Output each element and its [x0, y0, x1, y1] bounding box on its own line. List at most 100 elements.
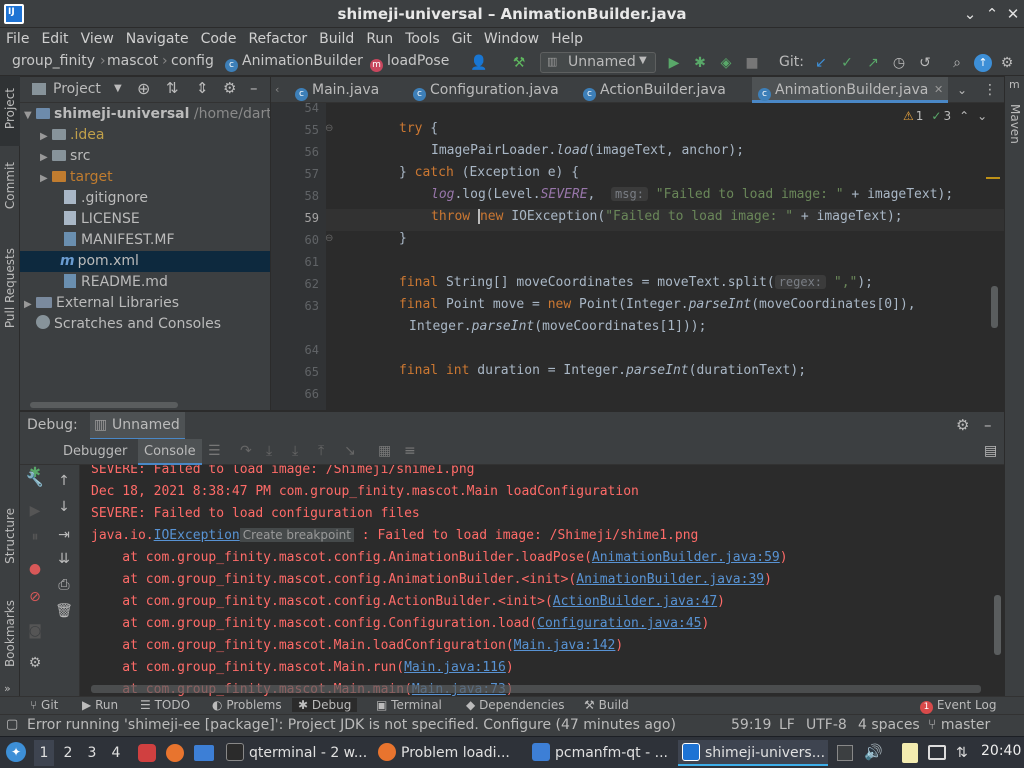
toolwindow-debug[interactable]: ✱ Debug	[292, 698, 358, 712]
trace-icon[interactable]: ≡	[404, 443, 416, 459]
start-menu-icon[interactable]: ✦	[6, 742, 26, 762]
coverage-icon[interactable]: ◈	[717, 54, 735, 72]
code-editor[interactable]: 54 55 56 57 58 59 60 61 62 63 64 65 66 ⊖…	[271, 103, 1004, 410]
stripe-bookmarks[interactable]: Bookmarks	[3, 600, 17, 667]
debug-session-tab[interactable]: ▥ Unnamed	[90, 412, 185, 440]
tree-item-scratches[interactable]: Scratches and Consoles	[24, 314, 221, 335]
menu-help[interactable]: Help	[545, 28, 589, 50]
tree-item-manifest[interactable]: MANIFEST.MF	[64, 230, 175, 251]
taskbar-firefox[interactable]: Problem loadi...	[374, 740, 522, 766]
tree-root[interactable]: ▼ shimeji-universal /home/dartz	[24, 104, 270, 125]
menu-build[interactable]: Build	[313, 28, 360, 50]
force-step-into-icon[interactable]: ⤓	[292, 443, 298, 459]
chevron-down-icon[interactable]: ▼	[114, 83, 122, 94]
menu-view[interactable]: View	[75, 28, 120, 50]
tab-actionbuilder-java[interactable]: c ActionBuilder.java	[577, 77, 749, 103]
menu-window[interactable]: Window	[478, 28, 545, 50]
inspection-widget[interactable]: ⚠ 1 ✓ 3 ⌃ ⌄	[903, 109, 987, 123]
view-breakpoints-icon[interactable]: ●	[25, 559, 45, 579]
tree-item-src[interactable]: ▶ src	[40, 146, 90, 167]
launcher-icon[interactable]	[138, 744, 156, 762]
stripe-commit[interactable]: Commit	[3, 162, 17, 209]
tree-item-pom[interactable]: m pom.xml	[20, 251, 270, 272]
firefox-launcher-icon[interactable]	[166, 744, 184, 762]
pause-icon[interactable]: ⏸	[25, 527, 45, 547]
indent-setting[interactable]: 4 spaces	[858, 717, 920, 733]
hide-icon[interactable]: –	[984, 416, 992, 434]
status-message[interactable]: Error running 'shimeji-ee [package]': Pr…	[27, 717, 676, 733]
stacktrace-link[interactable]: Main.java:142	[514, 638, 616, 653]
stacktrace-link[interactable]: AnimationBuilder.java:39	[576, 572, 764, 587]
step-over-icon[interactable]: ↷	[240, 443, 252, 459]
fold-icon[interactable]: ⊖	[325, 233, 333, 244]
status-window-icon[interactable]: ▢	[6, 717, 18, 732]
git-push-icon[interactable]: ↗	[864, 54, 882, 72]
locate-icon[interactable]: ⊕	[137, 79, 150, 98]
layout-icon[interactable]: ▤	[984, 443, 997, 459]
evaluate-icon[interactable]: ▦	[378, 443, 391, 459]
soft-wrap-icon[interactable]: ⇥	[54, 525, 74, 545]
tab-configuration-java[interactable]: c Configuration.java	[407, 77, 565, 103]
run-icon[interactable]: ▶	[665, 54, 683, 72]
gear-icon[interactable]: ⚙	[25, 653, 45, 673]
maximize-icon[interactable]: ⌃	[982, 4, 1002, 24]
tree-item-license[interactable]: LICENSE	[64, 209, 140, 230]
arrow-down-icon[interactable]: ↓	[54, 497, 74, 517]
stripe-structure[interactable]: Structure	[3, 508, 17, 564]
update-ide-icon[interactable]: ↑	[974, 54, 992, 72]
horizontal-scrollbar[interactable]	[30, 402, 178, 408]
menu-git[interactable]: Git	[446, 28, 478, 50]
warning-marker[interactable]	[986, 177, 1000, 179]
stacktrace-link[interactable]: AnimationBuilder.java:59	[592, 550, 780, 565]
settings-icon[interactable]: ⚙	[998, 54, 1016, 72]
tab-console[interactable]: Console	[138, 439, 202, 465]
stop-icon[interactable]: ■	[743, 54, 761, 72]
build-hammer-icon[interactable]: ⚒	[510, 54, 528, 72]
stacktrace-link[interactable]: Main.java:116	[404, 660, 506, 675]
tray-app-icon[interactable]	[837, 745, 853, 761]
scroll-to-end-icon[interactable]: ⇊	[54, 549, 74, 569]
workspace-2[interactable]: 2	[58, 740, 78, 766]
toolwindow-git[interactable]: ⑂ Git	[30, 698, 58, 712]
step-into-icon[interactable]: ⤓	[266, 443, 272, 459]
toolwindow-problems[interactable]: ◐ Problems	[212, 698, 282, 712]
tab-main-java[interactable]: c Main.java	[289, 77, 401, 103]
file-encoding[interactable]: UTF-8	[806, 717, 847, 733]
history-icon[interactable]: ◷	[890, 54, 908, 72]
user-icon[interactable]: 👤	[470, 54, 488, 72]
git-commit-icon[interactable]: ✓	[838, 54, 856, 72]
menu-navigate[interactable]: Navigate	[120, 28, 195, 50]
tree-item-external-libraries[interactable]: ▶ External Libraries	[24, 293, 179, 314]
toolwindow-terminal[interactable]: ▣ Terminal	[376, 698, 442, 712]
clock[interactable]: 20:40	[981, 743, 1021, 759]
tree-item-gitignore[interactable]: .gitignore	[64, 188, 148, 209]
console-hscrollbar[interactable]	[91, 685, 981, 693]
hide-icon[interactable]: –	[250, 79, 258, 97]
run-to-cursor-icon[interactable]: ↘	[344, 443, 356, 459]
exception-link[interactable]: IOException	[154, 528, 240, 543]
tab-debugger[interactable]: Debugger	[63, 444, 127, 459]
clipboard-icon[interactable]	[902, 743, 918, 763]
menu-run[interactable]: Run	[360, 28, 399, 50]
close-icon[interactable]: ✕	[1003, 4, 1023, 24]
fold-icon[interactable]: ⊖	[325, 123, 333, 134]
project-panel-title[interactable]: Project	[53, 81, 101, 97]
step-out-icon[interactable]: ⤒	[318, 443, 324, 459]
search-icon[interactable]: ⌕	[948, 54, 966, 72]
taskbar-qterminal[interactable]: qterminal - 2 w...	[222, 740, 368, 766]
mute-breakpoints-icon[interactable]: ⊘	[25, 587, 45, 607]
console-vscrollbar[interactable]	[994, 595, 1001, 655]
workspace-3[interactable]: 3	[82, 740, 102, 766]
toolwindow-build[interactable]: ⚒ Build	[584, 698, 629, 712]
git-branch[interactable]: ⑂ master	[928, 717, 990, 733]
stripe-maven[interactable]: Maven	[1008, 104, 1022, 144]
caret-position[interactable]: 59:19	[731, 717, 771, 733]
workspace-1[interactable]: 1	[34, 740, 54, 766]
menu-icon[interactable]: ☰	[208, 443, 221, 459]
camera-icon[interactable]: ◙	[25, 621, 45, 641]
workspace-4[interactable]: 4	[106, 740, 126, 766]
gear-icon[interactable]: ⚙	[956, 416, 969, 434]
breadcrumb-animationbuilder[interactable]: c AnimationBuilder	[225, 53, 363, 72]
stacktrace-link[interactable]: Configuration.java:45	[537, 616, 701, 631]
breadcrumb-group-finity[interactable]: group_finity	[12, 53, 95, 69]
